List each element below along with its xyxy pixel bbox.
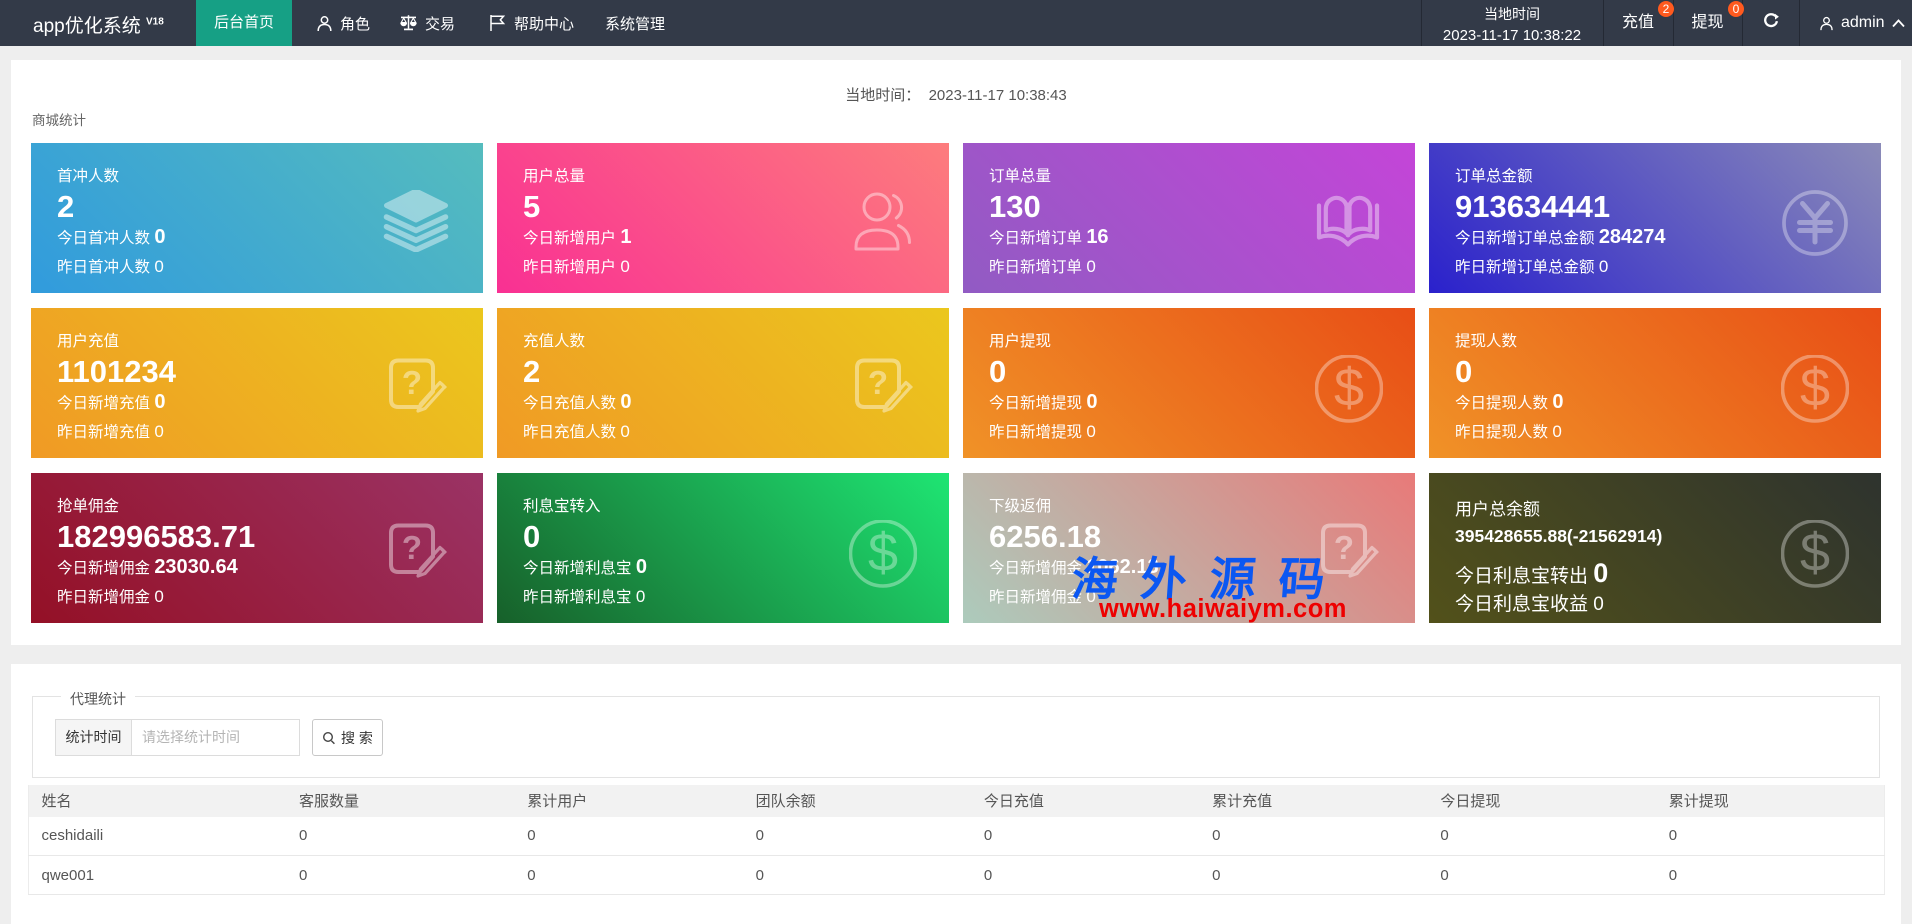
svg-text:$: $: [1800, 358, 1830, 418]
svg-text:$: $: [1800, 523, 1830, 583]
svg-text:?: ?: [402, 529, 422, 566]
svg-text:?: ?: [868, 364, 888, 401]
svg-text:$: $: [1334, 358, 1364, 418]
svg-text:$: $: [868, 523, 898, 583]
svg-text:?: ?: [402, 364, 422, 401]
